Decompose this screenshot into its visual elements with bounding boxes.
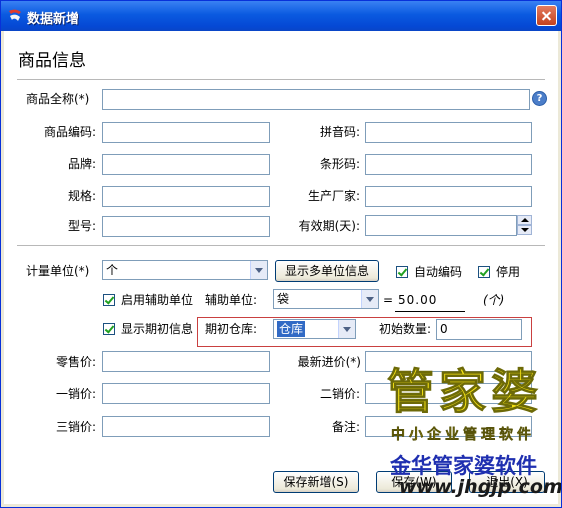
- save-new-button[interactable]: 保存新增(S): [273, 471, 359, 493]
- aux-unit-value: 袋: [277, 292, 290, 306]
- initial-qty-label: 初始数量:: [379, 322, 432, 336]
- price2-label: 二销价:: [319, 387, 360, 401]
- price1-label: 一销价:: [55, 387, 96, 401]
- disabled-checkbox[interactable]: [478, 266, 490, 278]
- expiry-label: 有效期(天):: [298, 219, 360, 233]
- model-label: 型号:: [67, 219, 96, 233]
- enable-aux-checkbox[interactable]: [103, 294, 115, 306]
- code-label: 商品编码:: [43, 125, 96, 139]
- code-input[interactable]: [102, 122, 270, 143]
- show-initial-checkbox[interactable]: [103, 323, 115, 335]
- show-initial-label: 显示期初信息: [121, 322, 194, 336]
- aux-unit-select[interactable]: 袋: [273, 289, 379, 309]
- warehouse-value: 仓库: [277, 321, 306, 337]
- close-button[interactable]: [536, 5, 557, 26]
- watermark-brand: 管家婆: [387, 365, 543, 420]
- auto-code-checkbox[interactable]: [396, 266, 408, 278]
- brand-label: 品牌:: [67, 157, 96, 171]
- dialog-window: 数据新增 商品信息 商品全称(*) ? 商品编码: 拼音码: 品牌: 条形码: …: [0, 0, 562, 508]
- expiry-spinner[interactable]: [517, 215, 532, 235]
- fullname-input[interactable]: [102, 89, 530, 110]
- unit-value: 个: [106, 263, 119, 277]
- spec-input[interactable]: [102, 186, 270, 207]
- heading-divider: [17, 79, 545, 81]
- window-title: 数据新增: [27, 12, 80, 27]
- spin-up-icon[interactable]: [517, 215, 532, 225]
- retail-price-label: 零售价:: [55, 355, 96, 369]
- barcode-input[interactable]: [365, 154, 532, 175]
- equals-sign: =: [383, 293, 394, 307]
- expiry-input[interactable]: [365, 215, 517, 236]
- fullname-label: 商品全称(*): [26, 92, 90, 106]
- chevron-down-icon[interactable]: [338, 320, 355, 338]
- show-multi-unit-button[interactable]: 显示多单位信息: [275, 260, 379, 282]
- chevron-down-icon[interactable]: [250, 261, 267, 279]
- form-heading: 商品信息: [18, 51, 86, 71]
- enable-aux-label: 启用辅助单位: [121, 293, 194, 307]
- pinyin-label: 拼音码:: [319, 125, 360, 139]
- unit-label: 计量单位(*): [26, 264, 90, 278]
- aux-unit-label: 辅助单位:: [205, 293, 258, 307]
- title-bar[interactable]: 数据新增: [1, 1, 561, 31]
- watermark-slogan: 中小企业管理软件: [391, 427, 535, 443]
- note-label: 备注:: [331, 420, 360, 434]
- section-divider: [17, 245, 545, 247]
- ratio-underline: [395, 311, 465, 312]
- brand-input[interactable]: [102, 154, 270, 175]
- app-icon: [9, 9, 21, 21]
- price3-label: 三销价:: [55, 420, 96, 434]
- auto-code-label: 自动编码: [414, 265, 463, 279]
- disabled-label: 停用: [496, 265, 521, 279]
- maker-input[interactable]: [365, 186, 532, 207]
- help-icon[interactable]: ?: [532, 91, 547, 106]
- spin-down-icon[interactable]: [517, 225, 532, 235]
- barcode-label: 条形码:: [319, 157, 360, 171]
- ratio-value[interactable]: 50.00: [398, 293, 437, 307]
- initial-qty-input[interactable]: 0: [436, 319, 522, 340]
- retail-price-input[interactable]: [102, 351, 270, 372]
- unit-select[interactable]: 个: [102, 260, 268, 280]
- price3-input[interactable]: [102, 416, 270, 437]
- maker-label: 生产厂家:: [307, 189, 360, 203]
- price1-input[interactable]: [102, 383, 270, 404]
- pinyin-input[interactable]: [365, 122, 532, 143]
- warehouse-label: 期初仓库:: [205, 322, 258, 336]
- latest-price-label: 最新进价(*): [297, 355, 361, 369]
- warehouse-select[interactable]: 仓库: [273, 319, 356, 339]
- model-input[interactable]: [102, 216, 270, 237]
- chevron-down-icon[interactable]: [361, 290, 378, 308]
- spec-label: 规格:: [67, 189, 96, 203]
- ratio-unit: (个): [483, 293, 505, 307]
- watermark-url: www.jhgjp.com: [399, 476, 562, 498]
